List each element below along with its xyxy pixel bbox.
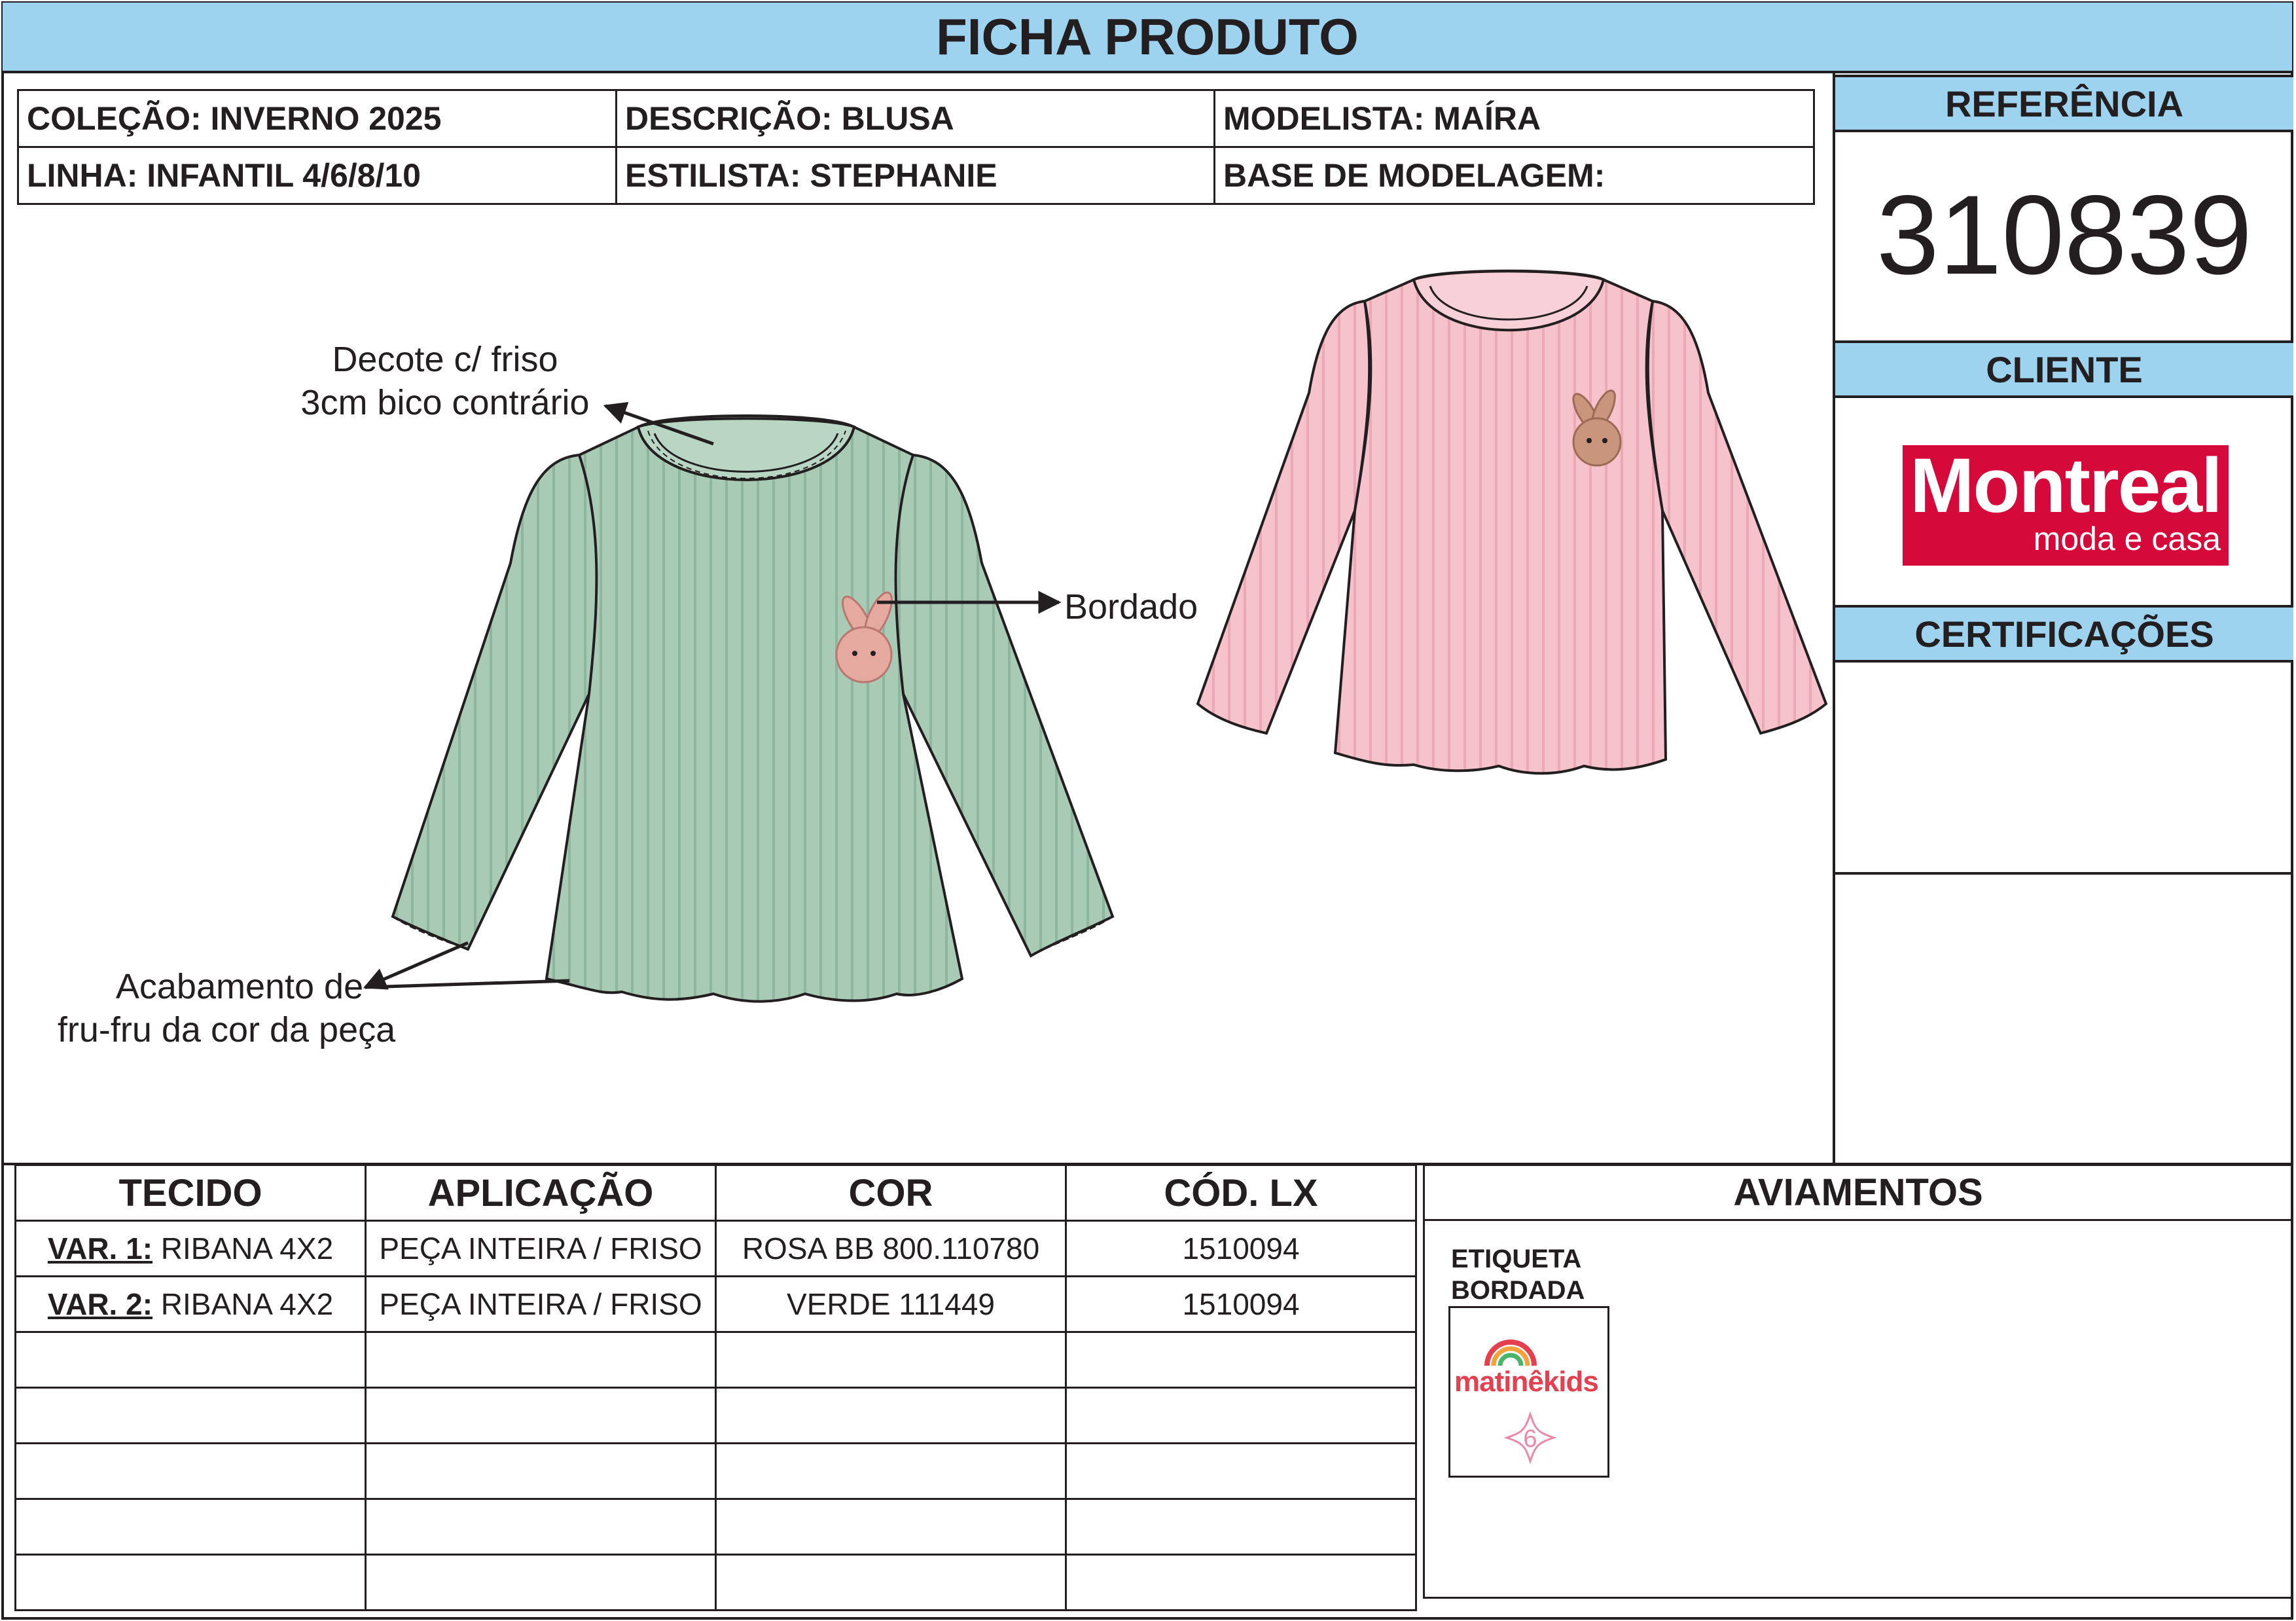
- decote-note-line2: 3cm bico contrário: [300, 383, 590, 422]
- cor-cell: ROSA BB 800.110780: [715, 1220, 1067, 1277]
- col-tecido: TECIDO: [14, 1164, 367, 1222]
- modelista-field: MODELISTA: MAÍRA: [1213, 89, 1815, 148]
- green-body: [545, 414, 964, 1003]
- aplicacao-cell: PEÇA INTEIRA / FRISO: [365, 1220, 717, 1277]
- green-blouse: [391, 414, 1115, 1003]
- colecao-field: COLEÇÃO: INVERNO 2025: [17, 89, 617, 148]
- acabamento-note: Acabamento de fru-fru da cor da peça: [37, 965, 416, 1051]
- cod-cell: 1510094: [1065, 1220, 1417, 1277]
- size-badge: 6: [1503, 1411, 1557, 1465]
- descricao-field: DESCRIÇÃO: BLUSA: [615, 89, 1215, 148]
- cod-cell: 1510094: [1065, 1275, 1417, 1333]
- aviamentos-header: AVIAMENTOS: [1425, 1166, 2291, 1221]
- bordado-note: Bordado: [1064, 587, 1198, 627]
- etiqueta-title-line2: BORDADA: [1451, 1276, 1585, 1305]
- montreal-logo: Montreal moda e casa: [1903, 443, 2229, 566]
- label-brand-text: matinêkids: [1454, 1366, 1599, 1398]
- etiqueta-title: ETIQUETA BORDADA: [1451, 1243, 1585, 1306]
- cliente-header: CLIENTE: [1835, 340, 2293, 398]
- embroidered-label-sample: matinêkids 6: [1448, 1306, 1609, 1478]
- fabric-table-header: TECIDO APLICAÇÃO COR CÓD. LX: [14, 1164, 1417, 1222]
- garment-illustration: [363, 269, 1828, 1003]
- page-title: FICHA PRODUTO: [3, 3, 2292, 73]
- etiqueta-title-line1: ETIQUETA: [1451, 1245, 1582, 1273]
- pink-body: [1333, 269, 1668, 775]
- right-sidebar: REFERÊNCIA 310839 CLIENTE Montreal moda …: [1833, 72, 2293, 1165]
- acabamento-note-line2: fru-fru da cor da peça: [57, 1010, 396, 1049]
- logo-name: Montreal: [1910, 443, 2223, 529]
- col-cor: COR: [715, 1164, 1067, 1222]
- aviamentos-panel: AVIAMENTOS ETIQUETA BORDADA matinêkids 6: [1423, 1164, 2293, 1599]
- variant-label: VAR. 1:: [47, 1231, 153, 1266]
- variant-label: VAR. 2:: [47, 1287, 153, 1321]
- cor-cell: VERDE 111449: [715, 1275, 1067, 1333]
- logo-tagline: moda e casa: [2033, 520, 2221, 557]
- base-modelagem-field: BASE DE MODELAGEM:: [1213, 146, 1815, 205]
- pink-right-sleeve: [1646, 299, 1828, 735]
- size-badge-icon: 6: [1503, 1411, 1557, 1465]
- tecido-cell: VAR. 2: RIBANA 4X2: [14, 1275, 367, 1333]
- aplicacao-cell: PEÇA INTEIRA / FRISO: [365, 1275, 717, 1333]
- rainbow-icon: [1484, 1339, 1537, 1366]
- table-row-empty: [14, 1331, 1417, 1389]
- linha-field: LINHA: INFANTIL 4/6/8/10: [17, 146, 617, 205]
- referencia-header: REFERÊNCIA: [1835, 75, 2293, 132]
- acabamento-note-line1: Acabamento de: [115, 967, 364, 1006]
- certificacoes-header: CERTIFICAÇÕES: [1835, 605, 2293, 663]
- decote-note: Decote c/ friso 3cm bico contrário: [288, 338, 602, 424]
- label-brand: matinêkids: [1454, 1366, 1599, 1398]
- table-row-empty: [14, 1387, 1417, 1444]
- table-row-empty: [14, 1442, 1417, 1500]
- col-cod-lx: CÓD. LX: [1065, 1164, 1417, 1222]
- tecido-value: RIBANA 4X2: [160, 1231, 334, 1266]
- info-table: COLEÇÃO: INVERNO 2025 DESCRIÇÃO: BLUSA M…: [17, 89, 1815, 205]
- decote-note-line1: Decote c/ friso: [332, 340, 558, 379]
- table-row-empty: [14, 1554, 1417, 1611]
- table-row: VAR. 2: RIBANA 4X2 PEÇA INTEIRA / FRISO …: [14, 1275, 1417, 1333]
- tecido-value: RIBANA 4X2: [160, 1287, 334, 1321]
- table-row: VAR. 1: RIBANA 4X2 PEÇA INTEIRA / FRISO …: [14, 1220, 1417, 1277]
- fabric-table: TECIDO APLICAÇÃO COR CÓD. LX VAR. 1: RIB…: [14, 1164, 1417, 1611]
- tecido-cell: VAR. 1: RIBANA 4X2: [14, 1220, 367, 1277]
- table-row-empty: [14, 1498, 1417, 1556]
- size-value: 6: [1523, 1425, 1537, 1453]
- pink-blouse: [1196, 269, 1828, 775]
- col-aplicacao: APLICAÇÃO: [365, 1164, 717, 1222]
- sidebar-divider: [1835, 872, 2293, 875]
- referencia-number: 310839: [1876, 172, 2252, 298]
- estilista-field: ESTILISTA: STEPHANIE: [615, 146, 1215, 205]
